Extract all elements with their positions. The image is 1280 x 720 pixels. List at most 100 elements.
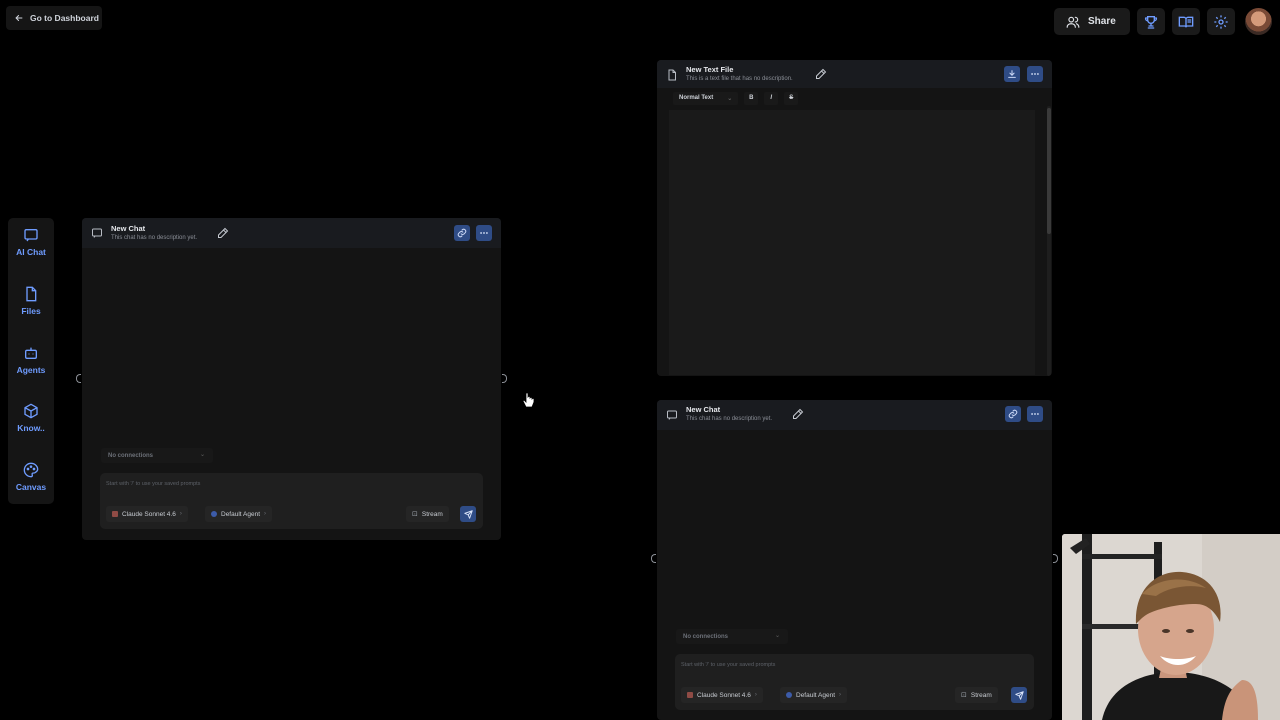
webcam-video-frame [1062,534,1280,720]
bold-button[interactable]: B [744,91,759,105]
resize-handle-right[interactable] [1053,554,1058,563]
model-selector[interactable]: Claude Sonnet 4.6 › [681,687,763,703]
chevron-down-icon: ⌄ [199,452,205,458]
link-button[interactable] [1005,406,1021,422]
pencil-icon[interactable] [217,227,229,239]
prompt-input[interactable]: Start with '/' to use your saved prompts [106,481,200,487]
file-icon [26,286,37,302]
pencil-icon[interactable] [792,408,804,420]
send-button[interactable] [1011,687,1027,703]
chevron-right-icon: › [754,692,757,698]
chat-panel-right: New Chat This chat has no description ye… [657,400,1052,720]
stream-label: Stream [421,510,443,518]
connections-select[interactable]: No connections ⌄ [676,629,788,644]
chevron-right-icon: › [264,511,267,517]
sidebar-item-label: AI Chat [16,247,46,257]
link-icon [457,228,467,238]
chat-panel-header[interactable]: New Chat This chat has no description ye… [82,218,501,248]
strikethrough-button[interactable]: S [784,91,799,105]
text-editor-area[interactable] [669,110,1035,375]
chat-description: This chat has no description yet. [686,416,773,422]
share-button[interactable]: Share [1054,8,1130,35]
agent-selector[interactable]: Default Agent › [780,687,848,703]
model-label: Claude Sonnet 4.6 [697,691,751,699]
settings-button[interactable] [1207,8,1235,35]
model-label: Claude Sonnet 4.6 [122,510,176,518]
docs-button[interactable] [1172,8,1200,35]
agent-icon [211,511,217,517]
stream-toggle[interactable]: ⊡ Stream [406,506,449,522]
chat-panel-header[interactable]: New Chat This chat has no description ye… [657,400,1052,430]
text-file-header[interactable]: New Text File This is a text file that h… [657,60,1052,88]
chevron-down-icon: ⌄ [727,95,733,102]
chat-composer: Start with '/' to use your saved prompts… [675,654,1034,710]
cursor-icon [523,392,535,408]
connections-select[interactable]: No connections ⌄ [101,448,213,463]
file-icon [668,69,676,81]
sidebar-item-label: Files [21,306,41,316]
message-square-icon [667,410,677,420]
model-selector[interactable]: Claude Sonnet 4.6 › [106,506,188,522]
webcam-overlay [1062,534,1280,720]
more-options-button[interactable] [476,225,492,241]
message-square-icon [92,228,102,238]
prompt-input[interactable]: Start with '/' to use your saved prompts [681,662,775,668]
sidebar-item-ai-chat[interactable]: AI Chat [8,227,54,257]
chevron-right-icon: › [179,511,182,517]
sidebar-item-canvas[interactable]: Canvas [8,462,54,492]
sidebar-item-label: Know.. [17,423,45,433]
chat-description: This chat has no description yet. [111,235,198,241]
stream-icon: ⊡ [961,692,967,699]
chevron-down-icon: ⌄ [774,633,780,639]
pencil-icon[interactable] [815,68,827,80]
sidebar: AI Chat Files Agents Know.. Canvas [8,218,54,504]
palette-icon [23,462,39,478]
agent-label: Default Agent [221,510,261,518]
sidebar-item-label: Agents [16,365,46,375]
share-label: Share [1088,16,1116,27]
user-avatar[interactable] [1245,8,1272,35]
book-open-icon [1178,16,1194,27]
scrollbar-thumb[interactable] [1047,108,1051,234]
stream-toggle[interactable]: ⊡ Stream [955,687,998,703]
go-to-dashboard-label: Go to Dashboard [30,13,99,23]
resize-handle-left[interactable] [76,374,81,383]
text-file-description: This is a text file that has no descript… [686,76,793,82]
italic-button[interactable]: I [764,91,779,105]
go-to-dashboard-button[interactable]: Go to Dashboard [6,6,102,30]
send-button[interactable] [460,506,476,522]
trophy-icon [1144,15,1158,29]
resize-handle-right[interactable] [502,374,507,383]
chevron-right-icon: › [839,692,842,698]
agent-selector[interactable]: Default Agent › [205,506,273,522]
link-button[interactable] [454,225,470,241]
agent-icon [786,692,792,698]
connections-value: No connections [683,633,729,640]
chat-composer: Start with '/' to use your saved prompts… [100,473,483,529]
editor-toolbar: Normal Text ⌄ B I S [673,91,799,105]
download-button[interactable] [1004,66,1020,82]
message-square-icon [24,229,38,242]
trophy-button[interactable] [1137,8,1165,35]
claude-logo-icon [112,511,118,517]
chat-title: New Chat [686,405,721,414]
text-file-title: New Text File [686,65,734,74]
editor-scrollbar[interactable] [1047,106,1051,376]
bot-icon [25,347,37,359]
more-horizontal-icon [1031,413,1039,415]
more-options-button[interactable] [1027,66,1043,82]
sidebar-item-label: Canvas [15,482,47,492]
gear-icon [1214,14,1228,29]
text-file-panel: New Text File This is a text file that h… [657,60,1052,376]
text-format-select[interactable]: Normal Text ⌄ [673,91,739,105]
agent-label: Default Agent [796,691,836,699]
sidebar-item-agents[interactable]: Agents [8,345,54,375]
stream-icon: ⊡ [412,511,418,518]
sidebar-item-files[interactable]: Files [8,286,54,316]
more-horizontal-icon [1031,73,1039,75]
box-icon [24,403,38,419]
resize-handle-left[interactable] [651,554,656,563]
sidebar-item-knowledge[interactable]: Know.. [8,403,54,433]
arrow-left-icon [15,14,23,22]
more-options-button[interactable] [1027,406,1043,422]
